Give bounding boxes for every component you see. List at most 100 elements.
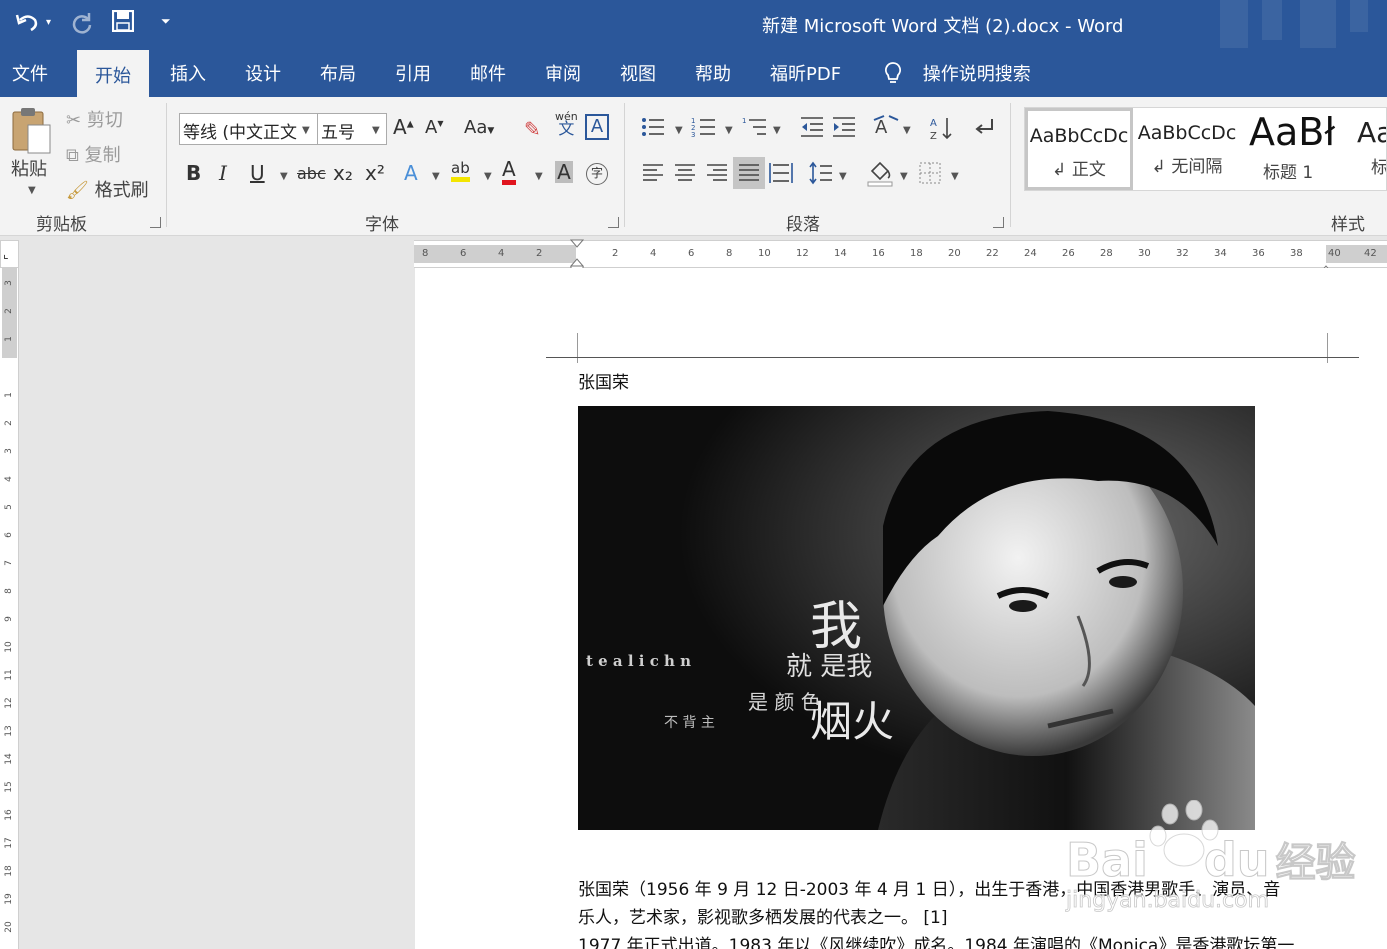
justify-icon[interactable] xyxy=(733,157,765,189)
vertical-ruler[interactable]: 3 2 1 1 2 3 4 5 6 7 8 9 10 11 12 13 14 1… xyxy=(0,268,19,949)
borders-dropdown-icon[interactable]: ▼ xyxy=(951,171,959,182)
tab-home[interactable]: 开始 xyxy=(77,50,149,97)
borders-icon[interactable] xyxy=(918,161,942,190)
tab-mailings[interactable]: 邮件 xyxy=(470,60,506,86)
tell-me-label: 操作说明搜索 xyxy=(922,64,1031,85)
multilevel-dropdown-icon[interactable]: ▼ xyxy=(773,125,781,136)
ribbon-home: 粘贴 ▼ ✂ 剪切 ⧉ 复制 🖌 格式刷 剪贴板 等线 (中文正文 ▼ 五号 ▼… xyxy=(0,97,1387,236)
tell-me-search[interactable]: 操作说明搜索 xyxy=(883,60,1031,86)
shading-icon[interactable] xyxy=(866,159,894,192)
tab-selector[interactable]: ⌞ xyxy=(0,240,19,268)
multilevel-list-icon[interactable]: 1 xyxy=(742,115,768,144)
ruler-tick: 28 xyxy=(1100,248,1113,259)
style-no-spacing[interactable]: AaBbCcDc ↲ 无间隔 xyxy=(1133,108,1241,190)
paste-icon[interactable] xyxy=(10,105,54,160)
font-name-combo[interactable]: 等线 (中文正文 xyxy=(179,113,318,145)
bullets-icon[interactable] xyxy=(640,115,666,144)
vruler-tick: 16 xyxy=(4,809,14,821)
customize-qat-icon[interactable]: ⏷ xyxy=(161,14,171,29)
tab-design[interactable]: 设计 xyxy=(245,60,281,86)
italic-button[interactable]: I xyxy=(219,161,227,185)
tab-review[interactable]: 审阅 xyxy=(545,60,581,86)
align-center-icon[interactable] xyxy=(673,161,697,190)
clear-formatting-icon[interactable]: ✎ xyxy=(524,117,541,141)
undo-dropdown-icon[interactable]: ▾ xyxy=(46,17,51,28)
change-case-button[interactable]: Aa▼ xyxy=(464,117,494,138)
ruler-tick: 8 xyxy=(726,248,733,259)
font-launcher-icon[interactable] xyxy=(608,217,619,228)
character-shading-button[interactable]: A xyxy=(555,161,573,183)
tab-layout[interactable]: 布局 xyxy=(320,60,356,86)
redo-icon[interactable] xyxy=(70,10,94,39)
cut-button[interactable]: ✂ 剪切 xyxy=(66,106,123,132)
vruler-tick: 2 xyxy=(4,308,14,314)
decrease-indent-icon[interactable] xyxy=(799,115,825,144)
copy-label: 复制 xyxy=(84,145,121,166)
format-painter-button[interactable]: 🖌 格式刷 xyxy=(66,176,149,202)
vruler-tick: 12 xyxy=(4,697,14,709)
window-title: 新建 Microsoft Word 文档 (2).docx - Word xyxy=(762,16,1124,37)
highlight-button[interactable]: ab xyxy=(451,159,470,182)
sort-icon[interactable]: AZ xyxy=(930,115,954,146)
font-name-dropdown-icon[interactable]: ▼ xyxy=(302,125,310,136)
bullets-dropdown-icon[interactable]: ▼ xyxy=(675,125,683,136)
text-effects-dropdown-icon[interactable]: ▼ xyxy=(432,171,440,182)
paragraph-launcher-icon[interactable] xyxy=(993,217,1004,228)
font-color-dropdown-icon[interactable]: ▼ xyxy=(535,171,543,182)
shrink-font-icon[interactable]: A▼ xyxy=(425,117,443,138)
tab-insert[interactable]: 插入 xyxy=(170,60,206,86)
line-spacing-icon[interactable] xyxy=(808,161,834,190)
increase-indent-icon[interactable] xyxy=(831,115,857,144)
tab-file[interactable]: 文件 xyxy=(12,60,48,86)
distributed-icon[interactable] xyxy=(769,161,793,190)
subscript-button[interactable]: x₂ xyxy=(333,161,353,185)
crop-mark xyxy=(1327,333,1328,363)
ruler-tick: 10 xyxy=(758,248,771,259)
tab-view[interactable]: 视图 xyxy=(620,60,656,86)
text-effects-button[interactable]: A xyxy=(404,161,418,185)
undo-icon[interactable] xyxy=(14,10,40,39)
tab-references[interactable]: 引用 xyxy=(395,60,431,86)
chinese-layout-icon[interactable]: A xyxy=(872,114,900,145)
shading-dropdown-icon[interactable]: ▼ xyxy=(900,171,908,182)
show-formatting-marks-icon[interactable] xyxy=(972,115,996,144)
underline-dropdown-icon[interactable]: ▼ xyxy=(280,171,288,182)
title-decoration xyxy=(1300,0,1336,48)
body-paragraph-2-line-1[interactable]: 1977 年正式出道。1983 年以《风继续吹》成名。1984 年演唱的《Mon… xyxy=(578,931,1294,949)
font-size-dropdown-icon[interactable]: ▼ xyxy=(372,125,380,136)
paste-button[interactable]: 粘贴 xyxy=(11,155,47,181)
portrait-photo[interactable]: 我 就 是我 t e a l i c h n 是 颜 色 烟火 不 背 主 xyxy=(578,406,1255,830)
highlight-dropdown-icon[interactable]: ▼ xyxy=(484,171,492,182)
style-name: ↲ 无间隔 xyxy=(1151,157,1223,177)
line-spacing-dropdown-icon[interactable]: ▼ xyxy=(839,171,847,182)
numbering-dropdown-icon[interactable]: ▼ xyxy=(725,125,733,136)
style-heading-1[interactable]: AaBł 标题 1 xyxy=(1241,108,1349,190)
phonetic-guide-button[interactable]: wén 文 xyxy=(555,111,578,137)
superscript-button[interactable]: x² xyxy=(365,161,385,185)
tab-help[interactable]: 帮助 xyxy=(695,60,731,86)
align-right-icon[interactable] xyxy=(705,161,729,190)
paste-dropdown-icon[interactable]: ▼ xyxy=(28,185,36,196)
grow-font-icon[interactable]: A▲ xyxy=(393,115,414,139)
horizontal-ruler[interactable]: 8 6 4 2 2 4 6 8 10 12 14 16 18 20 22 24 … xyxy=(414,239,1387,274)
numbering-icon[interactable]: 123 xyxy=(691,115,717,144)
svg-text:A: A xyxy=(930,118,937,129)
ruler-tick: 20 xyxy=(948,248,961,259)
enclose-characters-button[interactable]: 字 xyxy=(586,163,608,185)
body-paragraph-1-line-2[interactable]: 乐人，艺术家，影视歌多栖发展的代表之一。 [1] xyxy=(578,903,947,928)
style-normal[interactable]: AaBbCcDc ↲ 正文 xyxy=(1025,108,1133,190)
character-border-icon[interactable]: A xyxy=(585,114,609,140)
chinese-layout-dropdown-icon[interactable]: ▼ xyxy=(903,125,911,136)
bold-button[interactable]: B xyxy=(186,161,201,185)
header-title[interactable]: 张国荣 xyxy=(578,368,629,393)
strikethrough-button[interactable]: abc xyxy=(297,164,326,183)
clipboard-launcher-icon[interactable] xyxy=(150,217,161,228)
font-color-button[interactable]: A xyxy=(502,158,516,185)
style-heading-2[interactable]: Aa 标 xyxy=(1349,108,1386,190)
underline-button[interactable]: U xyxy=(250,161,265,185)
align-left-icon[interactable] xyxy=(641,161,665,190)
save-icon[interactable] xyxy=(111,9,135,37)
copy-button[interactable]: ⧉ 复制 xyxy=(66,141,121,167)
ruler-tick: 6 xyxy=(688,248,695,259)
tab-foxit-pdf[interactable]: 福昕PDF xyxy=(770,60,841,86)
